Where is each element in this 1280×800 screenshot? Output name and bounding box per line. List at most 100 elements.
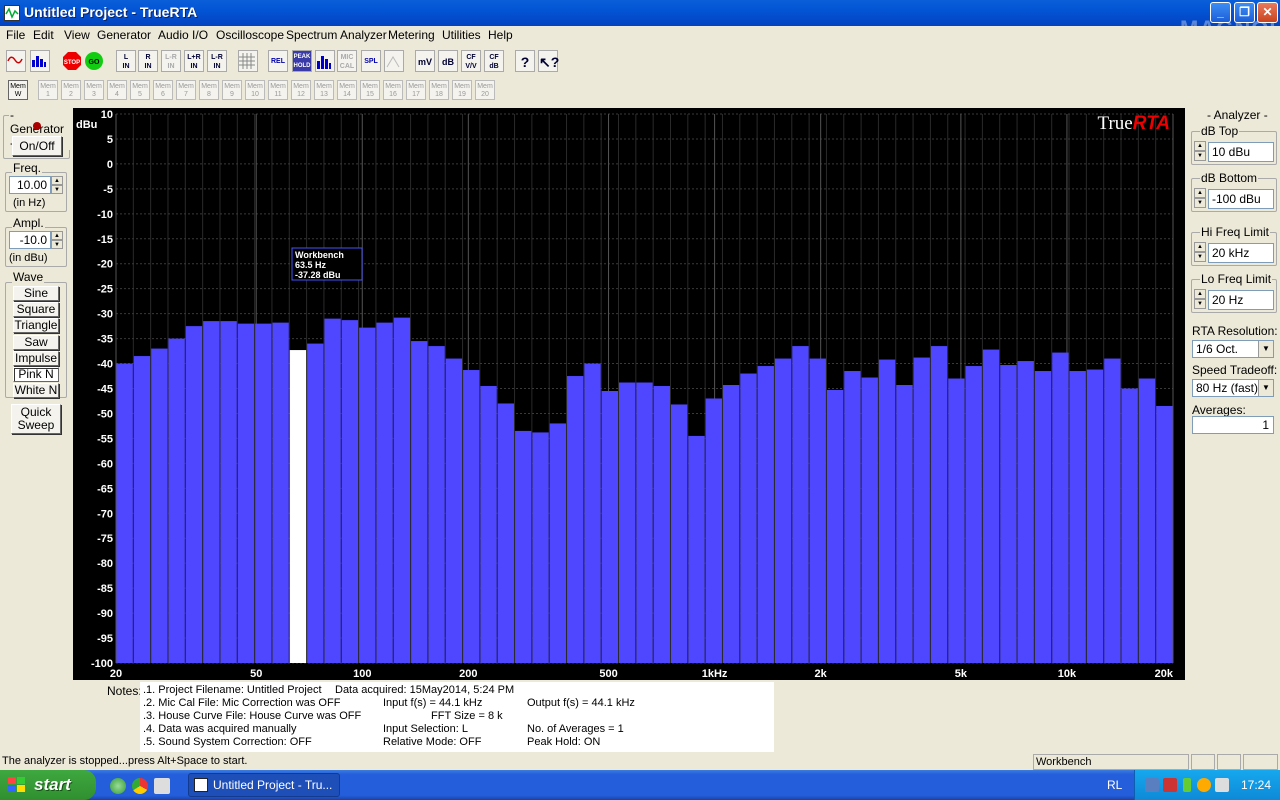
spl-button[interactable]: SPL <box>361 50 381 72</box>
mem-slot-button[interactable]: Mem 1 <box>38 80 58 100</box>
battery-icon[interactable] <box>1183 778 1191 792</box>
volume-icon[interactable] <box>1215 778 1229 792</box>
menu-audio-io[interactable]: Audio I/O <box>158 28 208 42</box>
start-button[interactable]: start <box>0 770 96 800</box>
chevron-down-icon[interactable]: ▼ <box>1258 380 1273 396</box>
maximize-button[interactable]: ❐ <box>1234 2 1255 23</box>
quicklaunch-icon[interactable] <box>110 778 126 794</box>
db-top-spin-down[interactable]: ▼ <box>1194 151 1206 161</box>
generator-onoff-button[interactable]: On/Off <box>12 136 62 156</box>
mem-slot-button[interactable]: Mem 19 <box>452 80 472 100</box>
menu-generator[interactable]: Generator <box>97 28 151 42</box>
mem-slot-button[interactable]: Mem 10 <box>245 80 265 100</box>
lo-freq-input[interactable]: 20 Hz <box>1208 290 1274 310</box>
wave-white-noise-button[interactable]: White N <box>13 383 59 398</box>
mem-slot-button[interactable]: Mem 2 <box>61 80 81 100</box>
hi-freq-spin-up[interactable]: ▲ <box>1194 242 1206 252</box>
context-help-icon[interactable]: ↖? <box>538 50 559 72</box>
mem-slot-button[interactable]: Mem 5 <box>130 80 150 100</box>
peak-hold-button[interactable]: PEAK HOLD <box>292 50 312 72</box>
mem-slot-button[interactable]: Mem 9 <box>222 80 242 100</box>
bar-view-icon[interactable] <box>315 50 335 72</box>
mem-w-button[interactable]: Mem W <box>8 80 28 100</box>
menu-edit[interactable]: Edit <box>33 28 54 42</box>
menu-metering[interactable]: Metering <box>388 28 435 42</box>
lo-freq-spin-down[interactable]: ▼ <box>1194 299 1206 309</box>
mem-slot-button[interactable]: Mem 14 <box>337 80 357 100</box>
mem-slot-button[interactable]: Mem 7 <box>176 80 196 100</box>
mem-slot-button[interactable]: Mem 11 <box>268 80 288 100</box>
menu-help[interactable]: Help <box>488 28 513 42</box>
network-icon[interactable] <box>1145 778 1159 792</box>
rel-button[interactable]: REL <box>268 50 288 72</box>
stop-button[interactable]: STOP <box>62 50 82 72</box>
db-top-spin-up[interactable]: ▲ <box>1194 141 1206 151</box>
l-minus-r-input-button[interactable]: L-R IN <box>161 50 181 72</box>
menu-file[interactable]: File <box>6 28 25 42</box>
chrome-icon[interactable] <box>132 778 148 794</box>
speed-tradeoff-select[interactable]: 80 Hz (fast) ▼ <box>1192 379 1274 397</box>
wave-square-button[interactable]: Square <box>13 302 59 317</box>
wave-saw-button[interactable]: Saw <box>13 335 59 350</box>
l-minus-r-input-button-2[interactable]: L-R IN <box>207 50 227 72</box>
quicklaunch-icon-2[interactable] <box>154 778 170 794</box>
menu-utilities[interactable]: Utilities <box>442 28 481 42</box>
quick-sweep-button[interactable]: Quick Sweep <box>11 404 61 434</box>
go-button[interactable]: GO <box>84 50 104 72</box>
mv-button[interactable]: mV <box>415 50 435 72</box>
menu-view[interactable]: View <box>64 28 90 42</box>
wave-triangle-button[interactable]: Triangle <box>13 318 59 333</box>
db-bottom-spin-up[interactable]: ▲ <box>1194 188 1206 198</box>
db-bottom-input[interactable]: -100 dBu <box>1208 189 1274 209</box>
hi-freq-spin-down[interactable]: ▼ <box>1194 252 1206 262</box>
freq-input[interactable]: 10.00 <box>9 176 51 194</box>
ampl-spin-down[interactable]: ▼ <box>51 240 63 249</box>
spectrum-icon[interactable] <box>30 50 50 72</box>
mem-slot-button[interactable]: Mem 3 <box>84 80 104 100</box>
wave-pink-noise-button[interactable]: Pink N <box>13 367 59 382</box>
db-button[interactable]: dB <box>438 50 458 72</box>
help-icon[interactable]: ? <box>515 50 535 72</box>
averages-input[interactable]: 1 <box>1192 416 1274 434</box>
ampl-spin-up[interactable]: ▲ <box>51 231 63 240</box>
db-bottom-spin-down[interactable]: ▼ <box>1194 198 1206 208</box>
lo-freq-spin-up[interactable]: ▲ <box>1194 289 1206 299</box>
security-icon[interactable] <box>1163 778 1177 792</box>
grid-icon[interactable] <box>238 50 258 72</box>
spectrum-chart[interactable]: 10 5 0 -5 -10 -15 -20 -25 -30 -35 -40 -45 -50 -55 -60-… <box>73 108 1185 680</box>
mem-slot-button[interactable]: Mem 20 <box>475 80 495 100</box>
oscilloscope-icon[interactable] <box>6 50 26 72</box>
chevron-down-icon[interactable]: ▼ <box>1258 341 1273 357</box>
wave-impulse-button[interactable]: Impulse <box>13 351 59 366</box>
right-input-button[interactable]: R IN <box>138 50 158 72</box>
freq-spin-up[interactable]: ▲ <box>51 176 63 185</box>
minimize-button[interactable]: _ <box>1210 2 1231 23</box>
taskbar-item-truerta[interactable]: Untitled Project - Tru... <box>188 773 340 797</box>
mic-cal-button[interactable]: MIC CAL <box>337 50 357 72</box>
mem-slot-button[interactable]: Mem 16 <box>383 80 403 100</box>
mem-slot-button[interactable]: Mem 12 <box>291 80 311 100</box>
menu-oscilloscope[interactable]: Oscilloscope <box>216 28 284 42</box>
notes-box[interactable]: .1. Project Filename: Untitled Project D… <box>140 682 774 752</box>
mem-slot-button[interactable]: Mem 8 <box>199 80 219 100</box>
close-button[interactable]: ✕ <box>1257 2 1278 23</box>
wave-sine-button[interactable]: Sine <box>13 286 59 301</box>
mem-slot-button[interactable]: Mem 4 <box>107 80 127 100</box>
mem-slot-button[interactable]: Mem 17 <box>406 80 426 100</box>
mem-slot-button[interactable]: Mem 15 <box>360 80 380 100</box>
menu-spectrum-analyzer[interactable]: Spectrum Analyzer <box>286 28 387 42</box>
freq-spin-down[interactable]: ▼ <box>51 185 63 194</box>
cf-db-button[interactable]: CF dB <box>484 50 504 72</box>
ampl-input[interactable]: -10.0 <box>9 231 51 249</box>
mem-slot-button[interactable]: Mem 18 <box>429 80 449 100</box>
db-top-input[interactable]: 10 dBu <box>1208 142 1274 162</box>
tray-app-icon[interactable] <box>1197 778 1211 792</box>
l-plus-r-input-button[interactable]: L+R IN <box>184 50 204 72</box>
mem-slot-button[interactable]: Mem 6 <box>153 80 173 100</box>
language-indicator[interactable]: RL <box>1107 778 1122 792</box>
hi-freq-input[interactable]: 20 kHz <box>1208 243 1274 263</box>
mem-slot-button[interactable]: Mem 13 <box>314 80 334 100</box>
rta-resolution-select[interactable]: 1/6 Oct. ▼ <box>1192 340 1274 358</box>
cf-vv-button[interactable]: CF V/V <box>461 50 481 72</box>
left-input-button[interactable]: L IN <box>116 50 136 72</box>
